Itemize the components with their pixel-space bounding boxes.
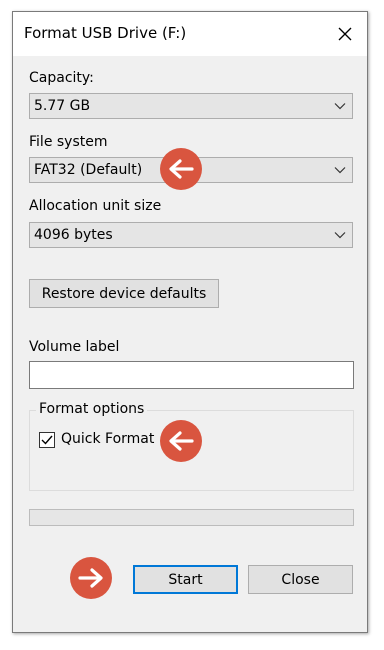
capacity-dropdown[interactable]: 5.77 GB — [29, 93, 353, 119]
allocation-unit-dropdown[interactable]: 4096 bytes — [29, 222, 353, 248]
annotation-arrow-start — [70, 557, 112, 599]
arrow-left-icon — [169, 431, 194, 451]
arrow-right-icon — [78, 568, 103, 588]
allocation-unit-value: 4096 bytes — [34, 227, 113, 243]
volume-label-input[interactable] — [29, 361, 354, 389]
chevron-down-icon — [334, 167, 346, 174]
format-options-legend: Format options — [36, 401, 148, 417]
annotation-arrow-quick-format — [160, 420, 202, 462]
annotation-arrow-file-system — [160, 148, 202, 190]
title-bar: Format USB Drive (F:) — [13, 12, 367, 56]
file-system-label: File system — [29, 134, 108, 150]
close-window-button[interactable] — [331, 20, 359, 48]
start-button[interactable]: Start — [133, 565, 238, 594]
checkmark-icon — [41, 435, 53, 445]
restore-defaults-button[interactable]: Restore device defaults — [29, 279, 219, 308]
capacity-value: 5.77 GB — [34, 98, 91, 114]
allocation-unit-label: Allocation unit size — [29, 198, 162, 214]
volume-label-label: Volume label — [29, 339, 120, 355]
quick-format-label[interactable]: Quick Format — [61, 431, 154, 447]
arrow-left-icon — [169, 159, 194, 179]
capacity-label: Capacity: — [29, 70, 94, 86]
close-button[interactable]: Close — [248, 565, 353, 594]
quick-format-checkbox[interactable] — [39, 432, 55, 448]
chevron-down-icon — [334, 232, 346, 239]
format-dialog: Format USB Drive (F:) Capacity: 5.77 GB … — [12, 11, 368, 633]
file-system-value: FAT32 (Default) — [34, 162, 143, 178]
close-icon — [338, 27, 352, 41]
window-title: Format USB Drive (F:) — [24, 24, 187, 42]
format-progress-bar — [29, 509, 354, 526]
chevron-down-icon — [334, 103, 346, 110]
